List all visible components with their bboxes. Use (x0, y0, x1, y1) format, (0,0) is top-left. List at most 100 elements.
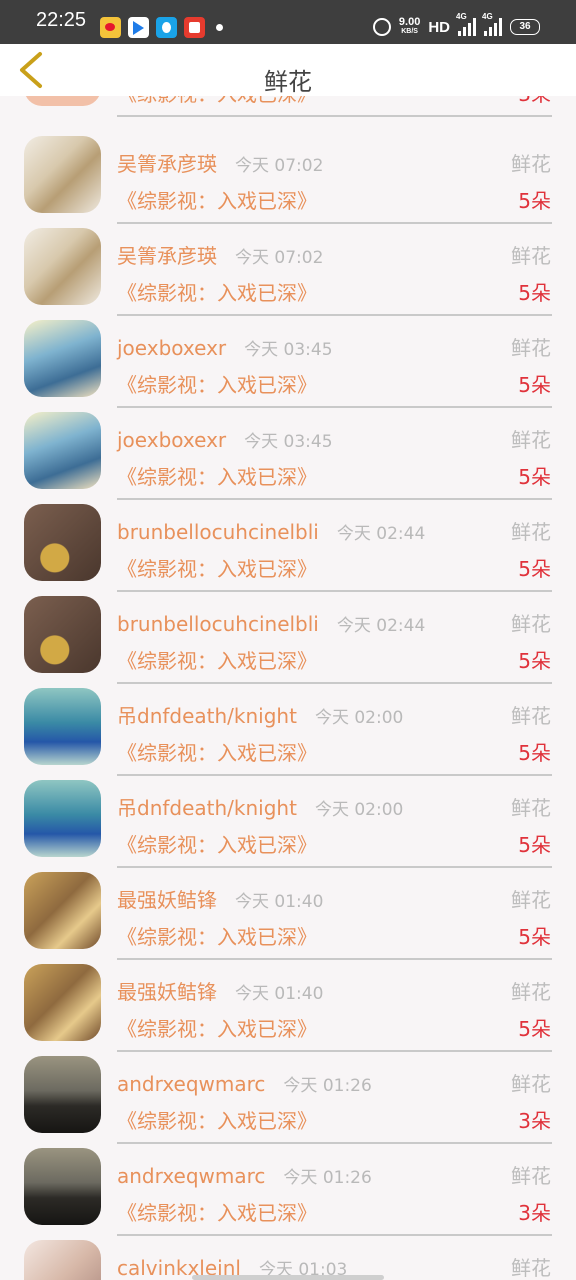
status-bar: 22:25 9.00 KB/S HD 4G 4G 36 (0, 0, 576, 44)
youku-icon (128, 16, 149, 38)
book-title: 《综影视：入戏已深》 (117, 649, 317, 673)
network-speed: 9.00 KB/S (399, 17, 420, 37)
status-time: 22:25 (36, 9, 87, 31)
news-app-icon (184, 16, 205, 38)
user-name: 吊dnfdeath/knight 今天 02:00 (117, 796, 404, 820)
user-avatar[interactable] (24, 136, 101, 213)
gift-time: 今天 01:26 (283, 1076, 372, 1096)
list-item[interactable]: 吴箐承彦瑛 今天 07:02 鲜花 《综影视：入戏已深》 5朵 (0, 220, 576, 316)
network-speed-unit: KB/S (401, 28, 418, 35)
gift-time: 今天 03:45 (244, 432, 333, 452)
gift-time: 今天 02:00 (314, 800, 404, 820)
gift-count: 5朵 (518, 741, 551, 765)
gift-count: 5朵 (518, 281, 551, 305)
list-item[interactable]: brunbellocuhcinelbli 今天 02:44 鲜花 《综影视：入戏已… (0, 496, 576, 592)
user-avatar[interactable] (24, 1240, 101, 1280)
gift-type: 鲜花 (511, 1072, 551, 1096)
book-title: 《综影视：入戏已深》 (117, 373, 317, 397)
status-indicators: 9.00 KB/S HD 4G 4G 36 (372, 12, 540, 40)
home-indicator[interactable] (192, 1275, 384, 1280)
book-title: 《综影视：入戏已深》 (117, 281, 317, 305)
user-avatar[interactable] (24, 688, 101, 765)
book-title: 《综影视：入戏已深》 (117, 833, 317, 857)
notification-icons (100, 16, 223, 38)
user-avatar[interactable] (24, 320, 101, 397)
list-item[interactable]: joexboxexr 今天 03:45 鲜花 《综影视：入戏已深》 5朵 (0, 404, 576, 500)
list-item[interactable]: 吊dnfdeath/knight 今天 02:00 鲜花 《综影视：入戏已深》 5… (0, 680, 576, 776)
user-name: joexboxexr 今天 03:45 (117, 336, 333, 360)
user-avatar[interactable] (24, 228, 101, 305)
divider (117, 115, 552, 117)
list-item[interactable]: brunbellocuhcinelbli 今天 02:44 鲜花 《综影视：入戏已… (0, 588, 576, 684)
book-title: 《综影视：入戏已深》 (117, 1201, 317, 1225)
gift-count: 5朵 (518, 833, 551, 857)
gift-count: 3朵 (518, 96, 551, 106)
more-notifications-dot-icon (216, 23, 223, 31)
gift-count: 5朵 (518, 649, 551, 673)
gift-type: 鲜花 (511, 244, 551, 268)
gift-type: 鲜花 (511, 888, 551, 912)
book-title: 《综影视：入戏已深》 (117, 741, 317, 765)
list-item[interactable]: andrxeqwmarc 今天 01:26 鲜花 《综影视：入戏已深》 3朵 (0, 1140, 576, 1236)
user-avatar[interactable] (24, 1056, 101, 1133)
user-avatar[interactable] (24, 964, 101, 1041)
gift-count: 3朵 (518, 1201, 551, 1225)
gift-count: 3朵 (518, 1109, 551, 1133)
user-avatar[interactable] (24, 596, 101, 673)
user-name: andrxeqwmarc 今天 01:26 (117, 1072, 372, 1096)
book-title: 《综影视：入戏已深》 (117, 1017, 317, 1041)
user-name: brunbellocuhcinelbli 今天 02:44 (117, 520, 426, 544)
user-name: 最强妖鲒锋 今天 01:40 (117, 888, 324, 912)
gift-type: 鲜花 (511, 980, 551, 1004)
gift-type: 鲜花 (511, 336, 551, 360)
user-avatar[interactable] (24, 504, 101, 581)
signal-2-icon: 4G (482, 12, 502, 36)
book-title: 《综影视：入戏已深》 (117, 557, 317, 581)
user-name: 吴箐承彦瑛 今天 07:02 (117, 152, 324, 176)
list-item[interactable]: joexboxexr 今天 03:45 鲜花 《综影视：入戏已深》 5朵 (0, 312, 576, 408)
gift-time: 今天 07:02 (235, 248, 324, 268)
user-avatar[interactable] (24, 96, 101, 106)
list-item[interactable]: 《综影视：入戏已深》 3朵 (0, 96, 576, 117)
gift-time: 今天 02:00 (314, 708, 404, 728)
gift-time: 今天 01:26 (283, 1168, 372, 1188)
gift-count: 5朵 (518, 925, 551, 949)
signal-2-label: 4G (482, 12, 493, 21)
gift-type: 鲜花 (511, 704, 551, 728)
user-avatar[interactable] (24, 412, 101, 489)
battery-icon: 36 (510, 19, 540, 35)
user-avatar[interactable] (24, 872, 101, 949)
page-title: 鲜花 (264, 68, 312, 96)
gift-count: 5朵 (518, 1017, 551, 1041)
video-player-icon (156, 16, 177, 38)
book-title: 《综影视：入戏已深》 (117, 1109, 317, 1133)
signal-1-label: 4G (456, 12, 467, 21)
signal-1-icon: 4G (456, 12, 476, 36)
list-item[interactable]: calvinkxleinl 今天 01:03 鲜花 (0, 1232, 576, 1280)
user-name: 吊dnfdeath/knight 今天 02:00 (117, 704, 404, 728)
gift-count: 5朵 (518, 465, 551, 489)
user-avatar[interactable] (24, 1148, 101, 1225)
gift-time: 今天 02:44 (336, 616, 426, 636)
list-item[interactable]: 吴箐承彦瑛 今天 07:02 鲜花 《综影视：入戏已深》 5朵 (0, 128, 576, 224)
gift-type: 鲜花 (511, 520, 551, 544)
gift-type: 鲜花 (511, 612, 551, 636)
user-name: andrxeqwmarc 今天 01:26 (117, 1164, 372, 1188)
gift-type: 鲜花 (511, 1256, 551, 1280)
hd-indicator: HD (428, 18, 450, 36)
user-name: 吴箐承彦瑛 今天 07:02 (117, 244, 324, 268)
list-item[interactable]: 最强妖鲒锋 今天 01:40 鲜花 《综影视：入戏已深》 5朵 (0, 956, 576, 1052)
gift-count: 5朵 (518, 373, 551, 397)
gift-time: 今天 01:40 (235, 984, 324, 1004)
list-item[interactable]: 最强妖鲒锋 今天 01:40 鲜花 《综影视：入戏已深》 5朵 (0, 864, 576, 960)
flower-gift-list: 《综影视：入戏已深》 3朵 吴箐承彦瑛今天 07:02 鲜花 《综影视：入戏已深… (0, 96, 576, 1280)
gift-time: 今天 03:45 (244, 340, 333, 360)
user-avatar[interactable] (24, 780, 101, 857)
list-item[interactable]: andrxeqwmarc 今天 01:26 鲜花 《综影视：入戏已深》 3朵 (0, 1048, 576, 1144)
gift-time: 今天 01:40 (235, 892, 324, 912)
app-header: 鲜花 (0, 44, 576, 96)
book-title: 《综影视：入戏已深》 (117, 465, 317, 489)
list-item[interactable]: 吊dnfdeath/knight 今天 02:00 鲜花 《综影视：入戏已深》 5… (0, 772, 576, 868)
user-name: brunbellocuhcinelbli 今天 02:44 (117, 612, 426, 636)
book-title: 《综影视：入戏已深》 (117, 189, 317, 213)
